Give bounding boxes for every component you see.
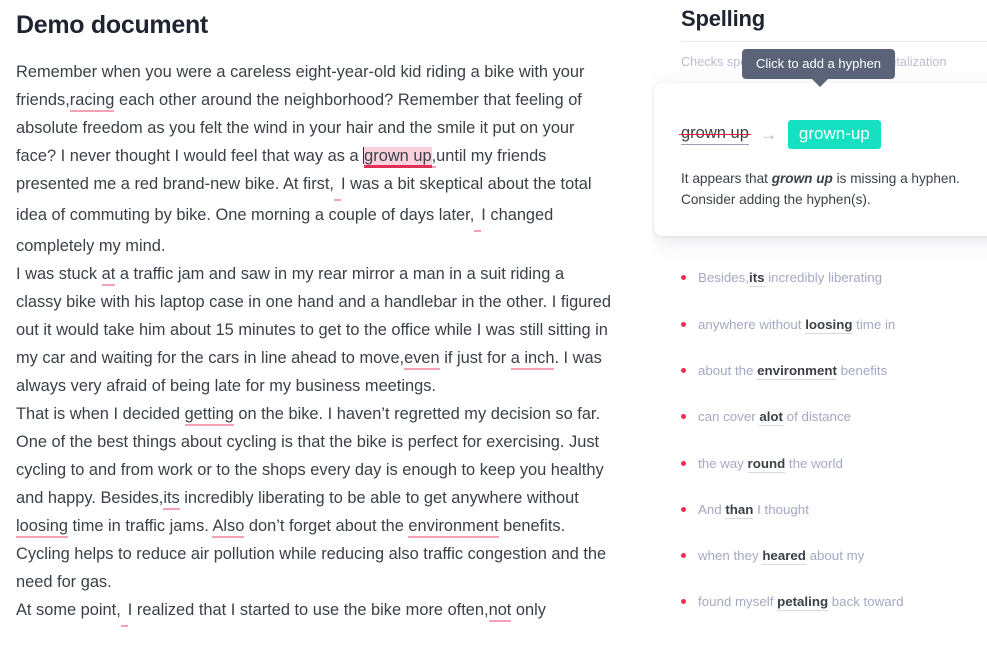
arrow-right-icon: →: [759, 124, 777, 144]
paragraph[interactable]: At some point, I realized that I started…: [16, 596, 612, 627]
error-word[interactable]: ,: [431, 146, 437, 168]
error-word[interactable]: racing: [69, 90, 115, 112]
issue-context-after: time in: [852, 316, 896, 332]
suggestion-card-wrapper: Click to add a hyphen grown up → grown-u…: [652, 49, 987, 237]
list-item[interactable]: the way round the world: [681, 455, 987, 473]
issue-context-after: the world: [785, 455, 843, 471]
error-word[interactable]: [474, 201, 482, 232]
issue-context-after: of distance: [782, 409, 851, 425]
issue-context-after: I thought: [753, 501, 809, 517]
list-item[interactable]: Besides,its incredibly liberating: [681, 269, 987, 288]
document-pane: Demo document Remember when you were a c…: [0, 0, 652, 647]
grammar-checker-app: Demo document Remember when you were a c…: [0, 0, 987, 647]
paragraph[interactable]: I was stuck at a traffic jam and saw in …: [16, 260, 612, 400]
paragraph[interactable]: That is when I decided getting on the bi…: [16, 400, 612, 596]
issue-word: petaling: [777, 594, 829, 612]
issue-context-before: Besides,: [698, 270, 749, 286]
suggestion-card[interactable]: Click to add a hyphen grown up → grown-u…: [654, 49, 987, 237]
header-divider: [681, 41, 987, 43]
explanation-text: It appears that grown up is missing a hy…: [681, 168, 981, 210]
error-word[interactable]: a inch: [510, 348, 555, 370]
issue-context-after: about my: [805, 548, 865, 564]
error-word[interactable]: loosing: [16, 516, 68, 538]
issue-list: Besides,its incredibly liberating anywher…: [652, 269, 987, 612]
error-word[interactable]: getting: [184, 404, 234, 426]
issue-context-after: back toward: [828, 594, 904, 610]
explanation-term: grown up: [771, 171, 833, 187]
document-body[interactable]: Remember when you were a careless eight-…: [16, 58, 612, 627]
apply-suggestion-button[interactable]: grown-up: [787, 119, 881, 150]
spelling-panel: Spelling Checks spelling, confused words…: [652, 0, 987, 647]
error-word[interactable]: even: [404, 348, 440, 370]
issue-word: heared: [762, 548, 806, 566]
list-item[interactable]: found myself petaling back toward: [681, 593, 987, 612]
error-word[interactable]: [333, 170, 341, 201]
issue-context-before: anywhere without: [698, 316, 806, 332]
error-word[interactable]: at: [101, 264, 116, 286]
spelling-title: Spelling: [681, 6, 765, 31]
issue-context-before: when they: [698, 548, 763, 564]
issue-word: alot: [759, 409, 783, 427]
list-item[interactable]: when they heared about my: [681, 547, 987, 566]
error-word[interactable]: not: [488, 600, 512, 622]
active-error-word[interactable]: grown up: [364, 146, 432, 168]
issue-word: environment: [757, 362, 837, 380]
page-title: Demo document: [16, 11, 208, 39]
tooltip: Click to add a hyphen: [742, 49, 896, 88]
spelling-header: Spelling: [652, 0, 987, 32]
list-item[interactable]: anywhere without loosing time in: [681, 316, 987, 334]
list-item[interactable]: about the environment benefits: [681, 362, 987, 380]
paragraph[interactable]: Remember when you were a careless eight-…: [16, 58, 612, 260]
issue-context-before: And: [698, 501, 726, 517]
replacement-row: grown up → grown-up: [679, 119, 987, 150]
issue-context-after: incredibly liberating: [764, 270, 883, 286]
error-word[interactable]: [120, 596, 128, 627]
issue-word: than: [725, 501, 754, 519]
error-word[interactable]: environment: [408, 516, 499, 538]
issue-context-before: about the: [698, 362, 758, 378]
error-word[interactable]: Also: [212, 516, 245, 538]
issue-word: its: [749, 270, 765, 288]
list-item[interactable]: And than I thought: [681, 501, 987, 519]
issue-context-before: can cover: [698, 409, 760, 425]
error-word[interactable]: its: [163, 488, 180, 510]
issue-context-after: benefits: [836, 362, 888, 378]
issue-word: loosing: [805, 316, 853, 334]
original-text: grown up: [679, 124, 751, 145]
issue-word: round: [747, 455, 786, 473]
explanation-prefix: It appears that: [681, 171, 772, 187]
issue-context-before: the way: [698, 455, 748, 471]
issue-context-before: found myself: [698, 594, 778, 610]
list-item[interactable]: can cover alot of distance: [681, 408, 987, 427]
